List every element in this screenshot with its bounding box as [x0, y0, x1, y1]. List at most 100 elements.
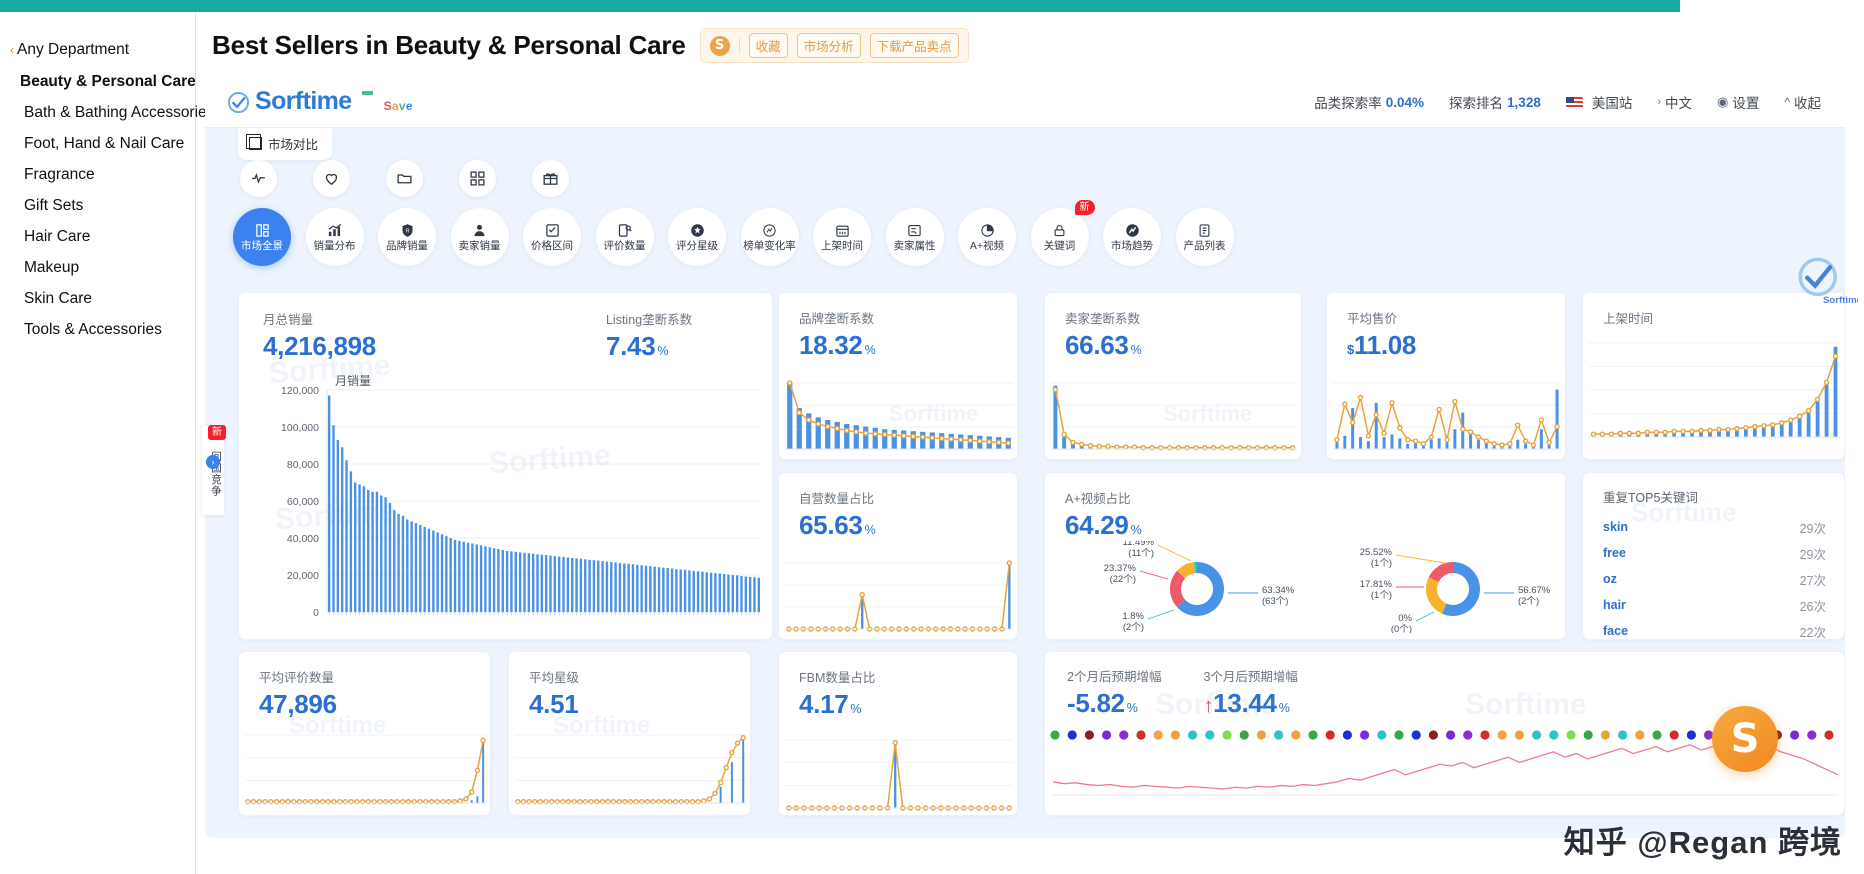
- tab-label: 评价数量: [603, 239, 646, 252]
- app-topbar-right: 品类探索率 0.04% 探索排名 1,328 美国站 › 中文 ◉ 设置 ^ 收…: [1314, 92, 1821, 112]
- list-item[interactable]: oz 27次: [1603, 566, 1826, 592]
- tab-label: 卖家销量: [458, 239, 501, 252]
- sidebar-item-3[interactable]: Gift Sets: [0, 190, 195, 221]
- badge-market-analysis[interactable]: 市场分析: [796, 33, 861, 58]
- sidebar-item-6[interactable]: Skin Care: [0, 283, 195, 314]
- svg-text:17.81%: 17.81%: [1360, 579, 1393, 590]
- metric-value: 4,216,898: [263, 331, 376, 361]
- seller-icon: [472, 223, 487, 238]
- list-item[interactable]: face 22次: [1603, 618, 1826, 640]
- folder-icon[interactable]: [386, 160, 423, 197]
- tab-brand-sales[interactable]: R 品牌销量: [378, 208, 436, 266]
- brand-shield-icon: R: [400, 223, 415, 238]
- sidebar-item-any-department[interactable]: ‹ Any Department: [0, 34, 195, 66]
- metric-unit: %: [1130, 523, 1142, 537]
- star-rating-icon: [690, 223, 705, 238]
- pie-icon: [980, 223, 995, 238]
- metric-unit: %: [1126, 701, 1138, 715]
- metric-unit: %: [657, 344, 669, 358]
- card-seller-monopoly: 卖家垄断系数 66.63% Sorftime: [1044, 292, 1302, 460]
- language-selector[interactable]: › 中文: [1657, 92, 1692, 112]
- tab-rank-change-rate[interactable]: 榜单变化率: [740, 208, 799, 266]
- tab-sales-distribution[interactable]: 销量分布: [305, 208, 364, 266]
- svg-text:(2个): (2个): [1123, 622, 1144, 633]
- brand-dash: [361, 91, 373, 95]
- sidebar-item-5[interactable]: Makeup: [0, 252, 195, 283]
- metric-number: 13.44: [1213, 688, 1277, 718]
- svg-text:23.37%: 23.37%: [1104, 563, 1137, 574]
- keyword-word: face: [1603, 624, 1629, 638]
- sidebar-item-4[interactable]: Hair Care: [0, 221, 195, 252]
- metric-2month-forecast: 2个月后预期增幅 -5.82%: [1067, 666, 1161, 723]
- badge-favorite[interactable]: 收藏: [748, 33, 788, 58]
- avg-reviews-plot: [245, 734, 486, 805]
- svg-text:25.52%: 25.52%: [1360, 547, 1393, 558]
- top-teal-strip: [0, 0, 1864, 12]
- sidebar-item-current-category: Beauty & Personal Care: [20, 73, 196, 90]
- tab-review-count[interactable]: 评价数量: [595, 208, 654, 266]
- keyword-count: 29次: [1799, 547, 1826, 562]
- department-sidebar: ‹ Any Department Beauty & Personal Care B…: [0, 12, 214, 874]
- tab-seller-sales[interactable]: 卖家销量: [450, 208, 509, 266]
- sorftime-logo-icon: S: [709, 35, 730, 56]
- trend-icon: [1125, 223, 1140, 238]
- sidebar-item-0[interactable]: Bath & Bathing Accessories: [0, 97, 214, 128]
- collapse-button[interactable]: ^ 收起: [1784, 92, 1821, 112]
- grid-icon[interactable]: [459, 160, 496, 197]
- settings-button[interactable]: ◉ 设置: [1717, 92, 1759, 112]
- svg-text:11.49%: 11.49%: [1122, 541, 1154, 548]
- metric-fbm-ratio: FBM数量占比 4.17%: [779, 652, 1017, 724]
- tab-label: A+视频: [969, 239, 1005, 252]
- svg-text:0: 0: [313, 607, 319, 619]
- svg-text:(22个): (22个): [1110, 574, 1136, 585]
- site-selector[interactable]: 美国站: [1565, 92, 1632, 112]
- metric-number: 18.32: [799, 330, 863, 360]
- screen-root: ‹ Any Department Beauty & Personal Care B…: [0, 0, 1864, 874]
- gift-icon[interactable]: [532, 160, 569, 197]
- metric-value: 64.29%: [1065, 510, 1565, 545]
- sidebar-item-1[interactable]: Foot, Hand & Nail Care: [0, 128, 195, 159]
- zhihu-watermark: 知乎 @Regan 跨境: [1563, 825, 1842, 860]
- list-item[interactable]: free 29次: [1603, 540, 1826, 566]
- float-new-badge: 新: [208, 425, 226, 440]
- tab-aplus-video[interactable]: A+视频: [958, 208, 1016, 266]
- keyword-count: 22次: [1799, 625, 1826, 640]
- card-self-operated: 自营数量占比 65.63%: [778, 472, 1018, 640]
- pulse-icon[interactable]: [240, 160, 277, 197]
- brand-monopoly-plot: [785, 380, 1013, 450]
- tab-product-list[interactable]: 产品列表: [1175, 208, 1234, 266]
- metric-3month-forecast: 3个月后预期增幅 ↑13.44%: [1203, 666, 1297, 723]
- list-item[interactable]: skin 29次: [1603, 514, 1826, 540]
- rank-change-icon: [762, 223, 777, 238]
- tab-star-rating[interactable]: 评分星级: [668, 208, 726, 266]
- badge-download-selling-points[interactable]: 下载产品卖点: [869, 33, 959, 58]
- sidebar-item-2[interactable]: Fragrance: [0, 159, 195, 190]
- svg-text:(11个): (11个): [1128, 548, 1154, 559]
- metric-number: 7.43: [605, 331, 656, 361]
- metric-label: Listing垄断系数: [605, 313, 693, 327]
- tab-market-overview[interactable]: 市场全景: [233, 208, 291, 266]
- tab-label: 产品列表: [1183, 239, 1226, 252]
- svg-text:56.67%: 56.67%: [1518, 585, 1551, 596]
- metric-value: 66.63%: [1065, 330, 1301, 365]
- tab-seller-attributes[interactable]: 卖家属性: [885, 208, 944, 266]
- tab-price-range[interactable]: 价格区间: [523, 208, 581, 266]
- svg-text:(0个): (0个): [1391, 624, 1412, 633]
- currency-symbol: $: [1347, 342, 1354, 357]
- metric-value: 7.43%: [606, 331, 692, 366]
- heart-icon[interactable]: [313, 160, 350, 197]
- sidebar-item-7[interactable]: Tools & Accessories: [0, 314, 195, 345]
- tab-keywords[interactable]: 新 关键词: [1030, 200, 1095, 266]
- float-expand-icon[interactable]: ›: [206, 455, 220, 469]
- svg-text:120,000: 120,000: [281, 385, 319, 397]
- brand-name: Sorftime: [255, 87, 352, 115]
- tab-label: 卖家属性: [893, 239, 936, 252]
- tab-label: 评分星级: [676, 239, 718, 252]
- list-item[interactable]: hair 26次: [1603, 592, 1826, 618]
- metric-label: FBM数量占比: [799, 671, 876, 685]
- market-compare-tab[interactable]: 市场对比: [238, 128, 333, 160]
- metric-unit: %: [864, 523, 876, 537]
- tab-market-trend[interactable]: 市场趋势: [1103, 208, 1161, 266]
- us-flag-icon: [1565, 96, 1583, 108]
- tab-listing-time[interactable]: 上架时间: [813, 208, 871, 266]
